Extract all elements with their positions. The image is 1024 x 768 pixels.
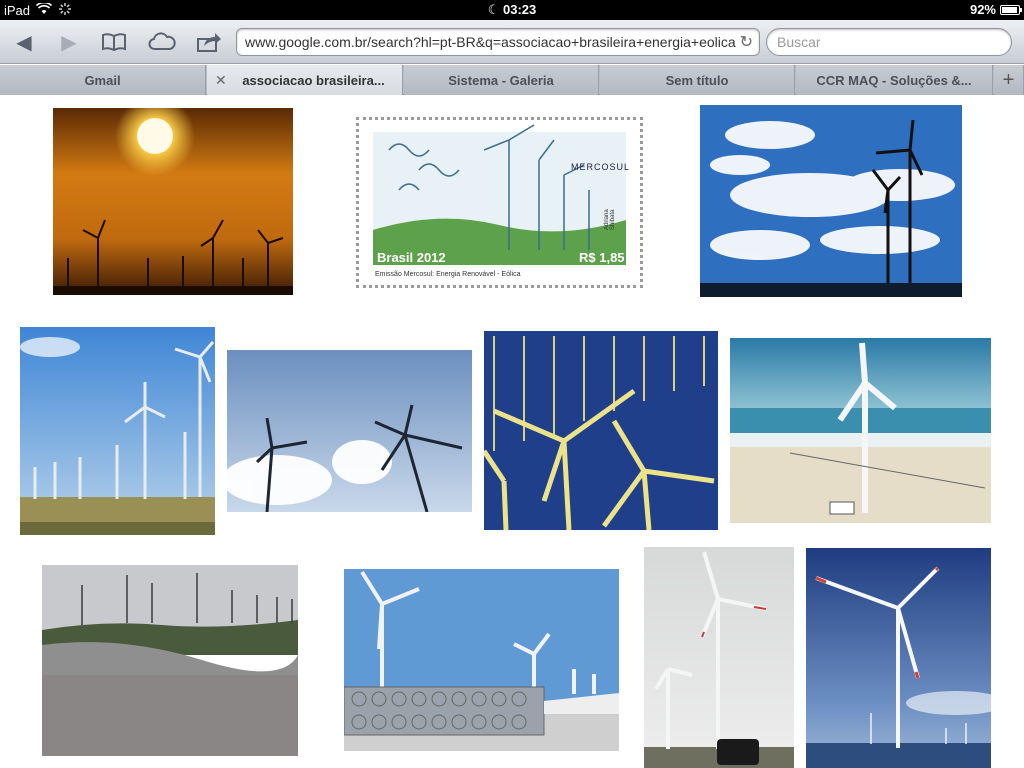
stamp-artist: Adriana Shibata [604,209,616,230]
new-tab-icon[interactable]: + [994,65,1024,95]
tab-label: associacao brasileira... [242,72,385,88]
tab-sem-titulo[interactable]: Sem título [600,65,795,95]
result-image-offshore-turbines[interactable] [484,331,718,530]
result-image-mercosul-stamp[interactable]: MERCOSUL Brasil 2012 R$ 1,85 Emissão Mer… [356,117,643,288]
forward-icon[interactable]: ▶ [55,28,83,56]
image-results: MERCOSUL Brasil 2012 R$ 1,85 Emissão Mer… [0,96,1024,768]
tab-label: Sistema - Galeria [448,72,554,88]
stamp-brand: MERCOSUL [571,162,631,172]
result-image-dunes-turbines[interactable] [42,565,298,756]
result-image-beach-turbine[interactable] [730,338,991,523]
search-field[interactable]: Buscar [766,28,1012,56]
tab-label: Sem título [665,72,729,88]
url-text: www.google.com.br/search?hl=pt-BR&q=asso… [245,34,736,50]
tab-active[interactable]: ✕ associacao brasileira... [207,65,403,95]
battery-icon [1000,4,1022,15]
address-bar[interactable]: www.google.com.br/search?hl=pt-BR&q=asso… [236,28,760,56]
result-image-turbine-factory[interactable] [344,569,619,751]
result-image-sunset-turbines[interactable] [53,108,293,295]
browser-toolbar: ◀ ▶ www.google.com.br/search?hl=pt-BR&q=… [0,20,1024,64]
tab-gmail[interactable]: Gmail [0,65,206,95]
search-placeholder: Buscar [777,34,821,50]
result-image-small-turbines[interactable] [227,350,472,512]
moon-icon: ☾ [487,2,500,17]
tab-ccr-maq[interactable]: CCR MAQ - Soluções &... [796,65,993,95]
result-image-turbine-field[interactable] [20,327,215,535]
tab-bar: Gmail ✕ associacao brasileira... Sistema … [0,65,1024,95]
stamp-caption: Emissão Mercosul: Energia Renovável - Eó… [375,271,521,278]
tab-label: CCR MAQ - Soluções &... [816,72,972,88]
tab-galeria[interactable]: Sistema - Galeria [404,65,599,95]
icloud-tabs-icon[interactable] [148,28,176,56]
bookmarks-icon[interactable] [100,28,128,56]
back-icon[interactable]: ◀ [10,28,38,56]
tab-label: Gmail [84,72,121,88]
result-image-turbines-clouds[interactable] [700,105,962,297]
stamp-value: R$ 1,85 [579,250,625,265]
battery-percent: 92% [969,2,996,17]
result-image-offshore-single-turbine[interactable] [806,548,991,768]
stamp-country-year: Brasil 2012 [377,250,446,265]
share-icon[interactable] [195,28,223,56]
clock: 03:23 [503,2,537,17]
status-bar: iPad ☾ 03:23 92% [0,0,1024,20]
close-tab-icon[interactable]: ✕ [215,72,227,89]
result-image-road-turbines[interactable] [644,547,794,768]
reload-icon[interactable]: ↻ [740,32,753,52]
